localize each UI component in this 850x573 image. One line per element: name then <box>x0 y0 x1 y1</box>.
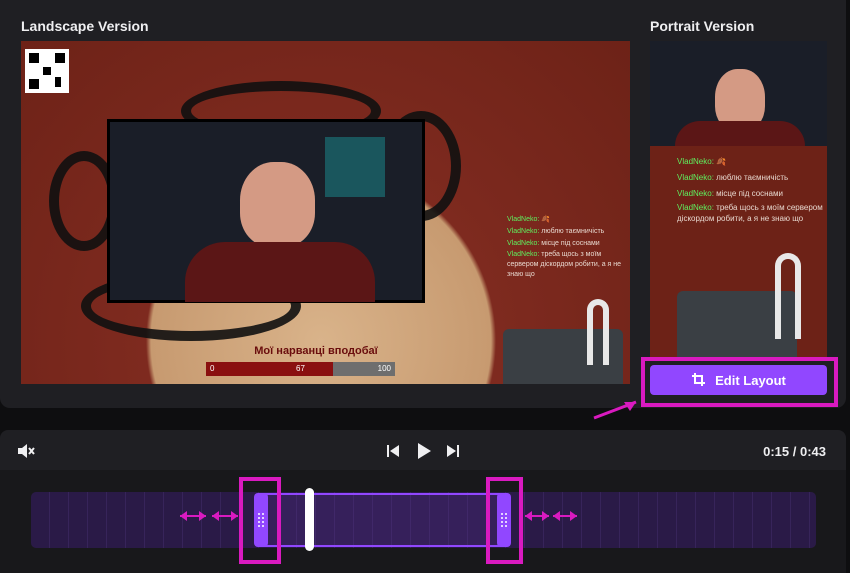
streamer-shirt <box>675 121 805 146</box>
skip-back-icon[interactable] <box>386 444 400 458</box>
chat-line: VladNeko: 🍂 <box>677 157 727 166</box>
progress-min: 0 <box>210 364 215 373</box>
chat-line: VladNeko: треба щось з моїм сервером діс… <box>677 203 823 223</box>
streamer-face <box>240 162 315 247</box>
chat-line: VladNeko: люблю таємничість <box>677 173 789 182</box>
drag-arrows-left-icon <box>180 511 238 521</box>
candy-cane <box>587 299 609 365</box>
clip-selection[interactable] <box>254 493 511 547</box>
drag-arrows-right-icon <box>525 511 577 521</box>
arrow-pointer-icon <box>593 400 637 420</box>
play-icon[interactable] <box>416 442 432 460</box>
webcam-frame <box>107 119 425 303</box>
chat-line: VladNeko: треба щось з моїм сервером діс… <box>507 251 622 278</box>
edit-layout-label: Edit Layout <box>715 372 786 388</box>
chat-line: VladNeko: люблю таємничість <box>507 228 605 235</box>
qr-code <box>25 49 69 93</box>
chat-line: VladNeko: місце під соснами <box>677 189 783 198</box>
candy-cane <box>775 253 801 339</box>
time-display: 0:15 / 0:43 <box>763 444 826 459</box>
playhead[interactable] <box>305 488 314 551</box>
chat-line: VladNeko: місце під соснами <box>507 240 600 247</box>
skip-forward-icon[interactable] <box>446 444 460 458</box>
right-handle-highlight <box>486 477 523 564</box>
chat-overlay: VladNeko: 🍂 VladNeko: люблю таємничість … <box>507 214 627 280</box>
portrait-title: Portrait Version <box>650 18 755 34</box>
portrait-chat-overlay: VladNeko: 🍂 VladNeko: люблю таємничість … <box>677 154 825 224</box>
streamer-shirt <box>185 242 375 302</box>
left-handle-highlight <box>239 477 281 564</box>
chat-line: VladNeko: 🍂 <box>507 216 550 223</box>
progress-title: Мої нарванці вподобаї <box>254 345 378 357</box>
landscape-title: Landscape Version <box>21 18 149 34</box>
portrait-webcam <box>650 41 827 146</box>
crop-icon <box>691 372 707 388</box>
progress-fill <box>206 362 333 376</box>
progress-max: 100 <box>377 364 391 373</box>
landscape-preview: VladNeko: 🍂 VladNeko: люблю таємничість … <box>21 41 630 384</box>
progress-current: 67 <box>296 364 305 373</box>
volume-mute-icon[interactable] <box>16 442 36 460</box>
background-light <box>325 137 385 197</box>
progress-bar: 0 67 100 <box>206 362 395 376</box>
portrait-preview: VladNeko: 🍂 VladNeko: люблю таємничість … <box>650 41 827 357</box>
edit-layout-button[interactable]: Edit Layout <box>650 365 827 395</box>
